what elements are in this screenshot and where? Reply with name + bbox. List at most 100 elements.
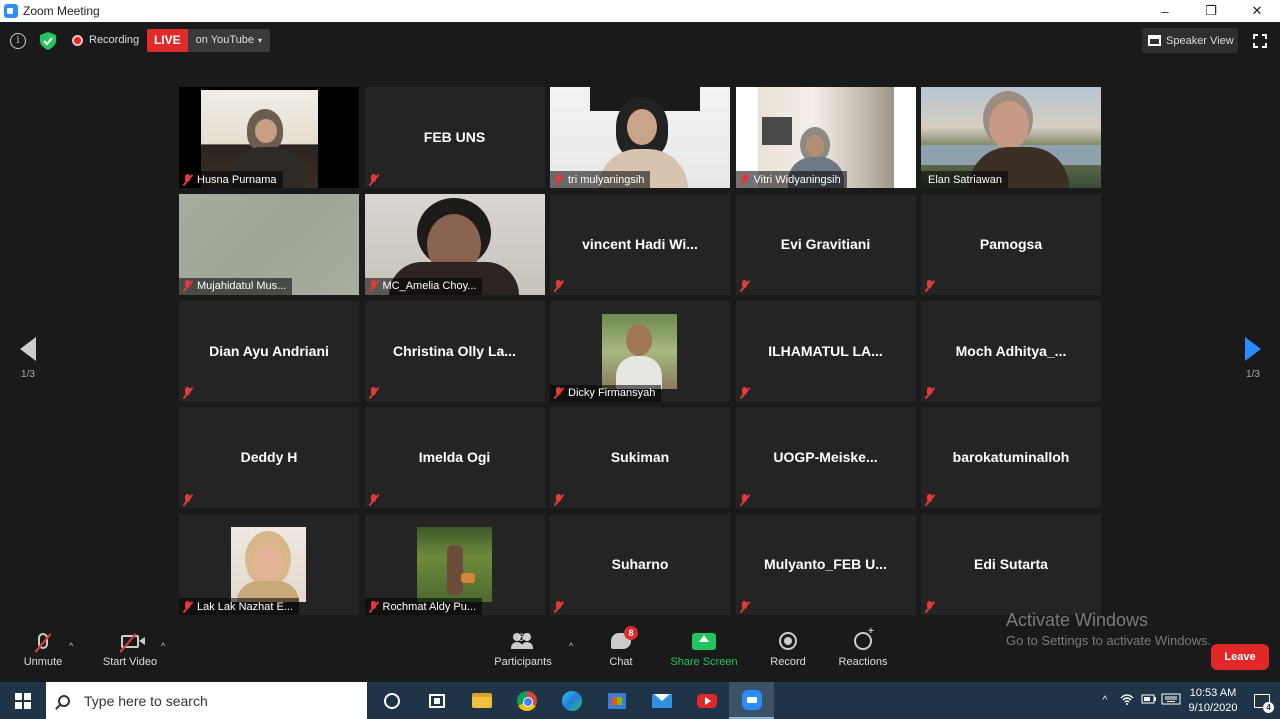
participant-tile[interactable]: Pamogsa <box>921 193 1101 295</box>
store-button[interactable] <box>594 682 639 719</box>
window-controls: – ❐ ✕ <box>1142 0 1280 22</box>
video-options-caret-icon[interactable]: ^ <box>161 641 165 651</box>
participant-name-tag <box>921 598 941 615</box>
participant-tile[interactable]: Vitri Widyaningsih <box>735 87 916 188</box>
network-icon[interactable] <box>1116 693 1138 708</box>
participant-tile[interactable]: Edi Sutarta <box>921 514 1101 615</box>
muted-mic-icon <box>368 173 379 186</box>
edge-button[interactable] <box>549 682 594 719</box>
audio-options-caret-icon[interactable]: ^ <box>69 641 73 651</box>
participant-name: Rochmat Aldy Pu... <box>382 600 477 613</box>
participant-tile[interactable]: Mujahidatul Mus... <box>179 193 359 295</box>
mail-button[interactable] <box>639 682 684 719</box>
participant-tile[interactable]: ILHAMATUL LA... <box>735 300 916 402</box>
muted-mic-icon <box>182 387 193 399</box>
record-button[interactable]: Record <box>766 628 810 668</box>
windows-start-icon[interactable] <box>15 693 31 709</box>
window-title: Zoom Meeting <box>23 4 100 18</box>
share-screen-label: Share Screen <box>670 656 738 668</box>
participant-name: tri mulyaningsih <box>568 173 645 186</box>
participant-tile[interactable]: barokatuminalloh <box>921 407 1101 509</box>
taskbar-search-box[interactable]: Type here to search <box>46 682 367 719</box>
recording-indicator[interactable]: Recording <box>72 34 139 46</box>
page-indicator-right: 1/3 <box>1246 369 1260 380</box>
participants-button[interactable]: 67 Participants <box>490 628 556 668</box>
live-stream-dropdown[interactable]: on YouTube ▾ <box>187 29 271 52</box>
participant-name: FEB UNS <box>423 129 486 145</box>
participant-name: Sukiman <box>610 449 670 466</box>
youtube-button[interactable] <box>684 682 729 719</box>
muted-mic-icon <box>553 387 564 399</box>
participant-tile[interactable]: Dicky Firmansyah <box>550 300 730 402</box>
participant-tile[interactable]: Husna Purnama <box>179 87 359 188</box>
restore-button[interactable]: ❐ <box>1188 0 1234 22</box>
keyboard-icon[interactable] <box>1160 693 1182 708</box>
participant-tile[interactable]: FEB UNS <box>364 87 545 188</box>
participant-tile[interactable]: Deddy H <box>179 407 359 509</box>
previous-page-button[interactable]: 1/3 <box>13 337 43 380</box>
record-icon <box>779 632 797 650</box>
search-icon <box>58 694 70 707</box>
view-layout-icon <box>1148 35 1161 46</box>
chat-button[interactable]: 8 Chat <box>600 626 642 668</box>
chrome-icon <box>516 690 537 711</box>
share-screen-button[interactable]: Share Screen <box>668 628 740 668</box>
participant-tile[interactable]: Mulyanto_FEB U... <box>735 514 916 615</box>
speaker-view-button[interactable]: Speaker View <box>1142 28 1238 53</box>
participant-tile[interactable]: vincent Hadi Wi... <box>550 193 730 295</box>
show-hidden-icons-caret-icon[interactable]: ^ <box>1094 695 1116 706</box>
battery-icon[interactable] <box>1138 694 1160 707</box>
cortana-button[interactable] <box>369 682 414 719</box>
leave-meeting-button[interactable]: Leave <box>1211 644 1269 670</box>
close-button[interactable]: ✕ <box>1234 0 1280 22</box>
live-stream-control[interactable]: LIVE on YouTube ▾ <box>147 29 271 52</box>
participant-name-tag <box>736 491 756 508</box>
muted-mic-icon <box>553 173 564 186</box>
reactions-button[interactable]: Reactions <box>836 626 890 668</box>
participant-tile[interactable]: Rochmat Aldy Pu... <box>364 514 545 615</box>
file-explorer-button[interactable] <box>459 682 504 719</box>
encryption-shield-icon[interactable] <box>40 32 56 50</box>
window-titlebar: Zoom Meeting – ❐ ✕ <box>0 0 1280 22</box>
participant-tile[interactable]: UOGP-Meiske... <box>735 407 916 509</box>
unmute-button[interactable]: Unmute <box>18 628 68 668</box>
participant-name: barokatuminalloh <box>952 449 1070 466</box>
participant-tile[interactable]: MC_Amelia Choy... <box>364 193 545 295</box>
start-video-button[interactable]: Start Video <box>100 628 160 668</box>
active-speaker-tile[interactable]: Elan Satriawan <box>921 87 1101 188</box>
mail-icon <box>651 693 672 708</box>
participant-name: Vitri Widyaningsih <box>753 173 841 186</box>
muted-mic-icon <box>924 493 935 506</box>
minimize-button[interactable]: – <box>1142 0 1188 22</box>
participant-tile[interactable]: Dian Ayu Andriani <box>179 300 359 402</box>
fullscreen-icon[interactable] <box>1253 34 1267 48</box>
task-view-button[interactable] <box>414 682 459 719</box>
participant-tile[interactable]: Suharno <box>550 514 730 615</box>
next-page-button[interactable]: 1/3 <box>1238 337 1268 380</box>
participant-tile[interactable]: Sukiman <box>550 407 730 509</box>
participant-tile[interactable]: Lak Lak Nazhat E... <box>179 514 359 615</box>
taskbar-clock[interactable]: 10:53 AM 9/10/2020 <box>1182 686 1244 716</box>
gallery-grid: Husna Purnama FEB UNS tri mulyaningsih V… <box>179 87 1101 615</box>
participant-tile[interactable]: tri mulyaningsih <box>550 87 730 188</box>
participant-tile[interactable]: Evi Gravitiani <box>735 193 916 295</box>
meeting-area: i Recording LIVE on YouTube ▾ Speaker Vie… <box>0 22 1280 682</box>
cortana-icon <box>383 692 400 709</box>
meeting-topbar: i Recording LIVE on YouTube ▾ Speaker Vie… <box>0 22 1280 60</box>
participants-options-caret-icon[interactable]: ^ <box>569 641 573 651</box>
chrome-button[interactable] <box>504 682 549 719</box>
action-center-button[interactable]: 4 <box>1244 682 1280 719</box>
muted-mic-icon <box>924 387 935 399</box>
participant-tile[interactable]: Imelda Ogi <box>364 407 545 509</box>
muted-mic-icon <box>924 280 935 292</box>
participant-tile[interactable]: Moch Adhitya_... <box>921 300 1101 402</box>
clock-time: 10:53 AM <box>1189 686 1237 699</box>
meeting-info-icon[interactable]: i <box>10 33 26 49</box>
zoom-taskbar-button[interactable] <box>729 682 774 719</box>
participant-name-tag <box>921 278 941 295</box>
participant-tile[interactable]: Christina Olly La... <box>364 300 545 402</box>
participant-name-tag: Husna Purnama <box>179 171 283 188</box>
record-label: Record <box>770 656 806 668</box>
participant-name-tag: Dicky Firmansyah <box>550 384 662 402</box>
participant-name: Christina Olly La... <box>393 342 516 359</box>
